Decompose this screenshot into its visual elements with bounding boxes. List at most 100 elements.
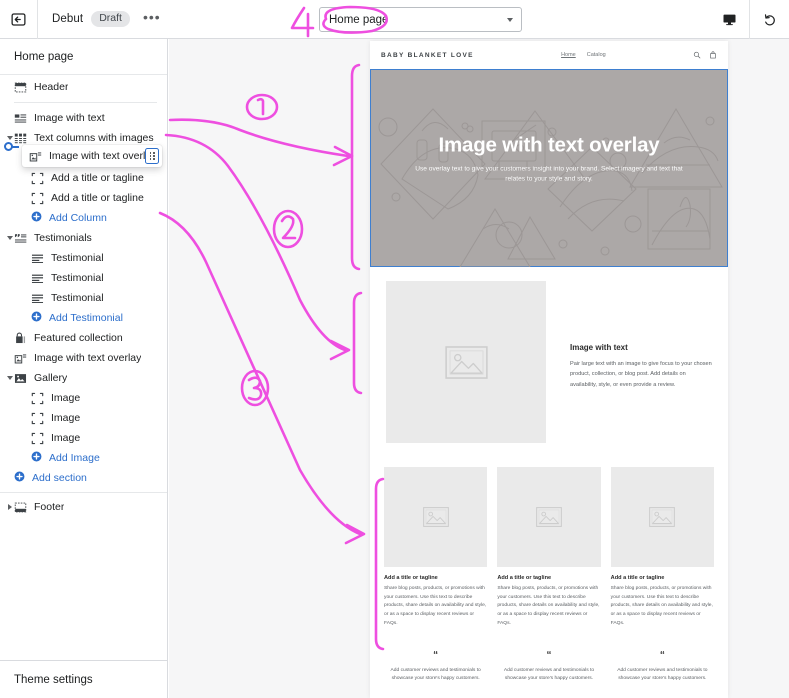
column-body: Share blog posts, products, or promotion… xyxy=(384,586,487,626)
sidebar-item-label: Testimonial xyxy=(51,252,104,264)
hero-section-wrapper: Image with text overlay Use overlay text… xyxy=(370,69,728,267)
testimonial[interactable]: “ Add customer reviews and testimonials t… xyxy=(384,649,487,685)
quote-mark-icon: “ xyxy=(433,649,439,661)
sidebar-item-testimonial[interactable]: Testimonial xyxy=(0,268,167,288)
sidebar-item-header[interactable]: Header xyxy=(0,77,167,97)
sidebar-item-image[interactable]: Image xyxy=(0,388,167,408)
nav-link-home[interactable]: Home xyxy=(561,52,576,58)
sidebar-item-label: Header xyxy=(34,81,69,93)
sidebar-item-image-with-text[interactable]: Image with text xyxy=(0,108,167,128)
footer-section-icon xyxy=(14,501,27,514)
sidebar-item-add-section[interactable]: Add section xyxy=(0,468,167,488)
testimonial-body: Add customer reviews and testimonials to… xyxy=(617,667,708,682)
sidebar-item-add-column[interactable]: Add Column xyxy=(0,208,167,228)
nav-link-catalog[interactable]: Catalog xyxy=(587,52,606,58)
drop-position-line xyxy=(12,146,19,148)
column-heading: Add a title or tagline xyxy=(610,575,665,581)
column-image-placeholder xyxy=(497,467,601,567)
drag-handle-icon[interactable] xyxy=(145,148,159,164)
sidebar-item-label: Image xyxy=(51,432,81,444)
chevron-down-icon[interactable] xyxy=(5,234,14,243)
storefront-header[interactable]: BABY BLANKET LOVE Home Catalog xyxy=(370,41,728,69)
sidebar-item-image[interactable]: Image xyxy=(0,428,167,448)
hero-copy: Image with text overlay Use overlay text… xyxy=(370,134,728,186)
theme-name: Debut xyxy=(52,13,84,25)
testimonial[interactable]: “ Add customer reviews and testimonials t… xyxy=(497,649,600,685)
exit-editor-button[interactable] xyxy=(0,0,38,39)
dragged-section-card[interactable]: Image with text overlay xyxy=(22,145,162,167)
theme-settings-button[interactable]: Theme settings xyxy=(0,660,168,698)
undo-button[interactable] xyxy=(750,0,789,39)
testimonial[interactable]: “ Add customer reviews and testimonials t… xyxy=(611,650,714,685)
sections-sidebar: Home page Header Image with text Text colu… xyxy=(0,39,168,660)
gallery-icon xyxy=(14,372,27,385)
sidebar-item-image-with-text-overlay[interactable]: Image with text overlay xyxy=(0,348,167,368)
chevron-down-icon[interactable] xyxy=(5,374,14,383)
status-badge: Draft xyxy=(91,11,130,27)
testimonial-body: Add customer reviews and testimonials to… xyxy=(390,667,481,682)
sidebar-item-label: Image with text xyxy=(34,112,105,124)
testimonial-block-icon xyxy=(31,292,44,305)
block-icon xyxy=(31,192,44,205)
sidebar-item-label: Text columns with images xyxy=(34,132,154,144)
testimonials-section[interactable]: “ Add customer reviews and testimonials t… xyxy=(370,639,728,685)
undo-icon xyxy=(764,13,775,25)
plus-circle-icon xyxy=(31,451,49,465)
image-placeholder-icon xyxy=(444,345,488,379)
text-column[interactable]: Add a title or tagline Share blog posts, … xyxy=(497,467,601,629)
desktop-monitor-icon xyxy=(723,14,736,26)
sidebar-item-label: Add section xyxy=(32,472,87,484)
featured-collection-icon xyxy=(14,332,27,345)
hero-subtitle: Use overlay text to give your customers … xyxy=(415,165,683,183)
chevron-right-icon[interactable] xyxy=(5,503,14,512)
text-columns-icon xyxy=(14,132,27,145)
text-column[interactable]: Add a title or tagline Share blog posts, … xyxy=(384,467,488,629)
sidebar-item-testimonial[interactable]: Testimonial xyxy=(0,248,167,268)
sidebar-item-gallery[interactable]: Gallery xyxy=(0,368,167,388)
sidebar-item-add-testimonial[interactable]: Add Testimonial xyxy=(0,308,167,328)
device-preview-button[interactable] xyxy=(710,0,749,39)
sidebar-item-label: Add Testimonial xyxy=(49,312,123,324)
image-with-text-section[interactable]: Image with text Pair large text with an … xyxy=(370,267,728,461)
quote-mark-icon: “ xyxy=(546,649,552,661)
sidebar-item-label: Add Image xyxy=(49,452,100,464)
sidebar-item-featured-collection[interactable]: Featured collection xyxy=(0,328,167,348)
column-body: Share blog posts, products, or promotion… xyxy=(610,586,713,626)
header-section-icon xyxy=(14,81,27,94)
sidebar-item-label: Footer xyxy=(34,501,65,513)
sidebar-item-image[interactable]: Image xyxy=(0,408,167,428)
image-placeholder-icon xyxy=(422,507,449,527)
sidebar-item-add-a-title-or-tagline[interactable]: Add a title or tagline xyxy=(0,168,167,188)
testimonials-icon xyxy=(14,232,27,245)
sidebar-item-label: Testimonials xyxy=(34,232,92,244)
block-icon xyxy=(31,412,44,425)
text-columns-section[interactable]: Add a title or tagline Share blog posts, … xyxy=(370,461,728,639)
sidebar-item-label: Image with text overlay xyxy=(34,352,142,364)
sidebar-item-testimonials[interactable]: Testimonials xyxy=(0,228,167,248)
sidebar-item-footer[interactable]: Footer xyxy=(0,497,167,517)
search-icon[interactable] xyxy=(693,51,701,59)
sidebar-item-add-image[interactable]: Add Image xyxy=(0,448,167,468)
sidebar-item-testimonial[interactable]: Testimonial xyxy=(0,288,167,308)
sidebar-divider xyxy=(0,492,167,493)
image-placeholder-icon xyxy=(649,507,676,527)
sidebar-item-add-a-title-or-tagline[interactable]: Add a title or tagline xyxy=(0,188,167,208)
hero-image-with-text-overlay[interactable]: Image with text overlay Use overlay text… xyxy=(370,69,728,267)
top-bar: Debut Draft ••• Home page xyxy=(0,0,789,39)
sidebar-title: Home page xyxy=(0,39,167,75)
top-bar-left: Debut Draft ••• xyxy=(0,0,166,39)
more-actions-button[interactable]: ••• xyxy=(138,10,166,24)
testimonial-block-icon xyxy=(31,252,44,265)
shopping-bag-icon[interactable] xyxy=(709,51,717,59)
block-icon xyxy=(31,172,44,185)
image-with-text-body: Pair large text with an image to give fo… xyxy=(570,361,712,388)
page-selector-value: Home page xyxy=(329,13,389,26)
image-with-text-overlay-icon xyxy=(14,352,27,365)
text-column[interactable]: Add a title or tagline Share blog posts, … xyxy=(610,467,714,629)
top-bar-right xyxy=(710,0,789,39)
image-with-text-icon xyxy=(14,112,27,125)
storefront-preview[interactable]: BABY BLANKET LOVE Home Catalog Image wit… xyxy=(370,41,728,698)
page-selector[interactable]: Home page xyxy=(319,7,522,32)
image-with-text-copy: Image with text Pair large text with an … xyxy=(546,281,712,443)
column-image-placeholder xyxy=(610,467,714,567)
